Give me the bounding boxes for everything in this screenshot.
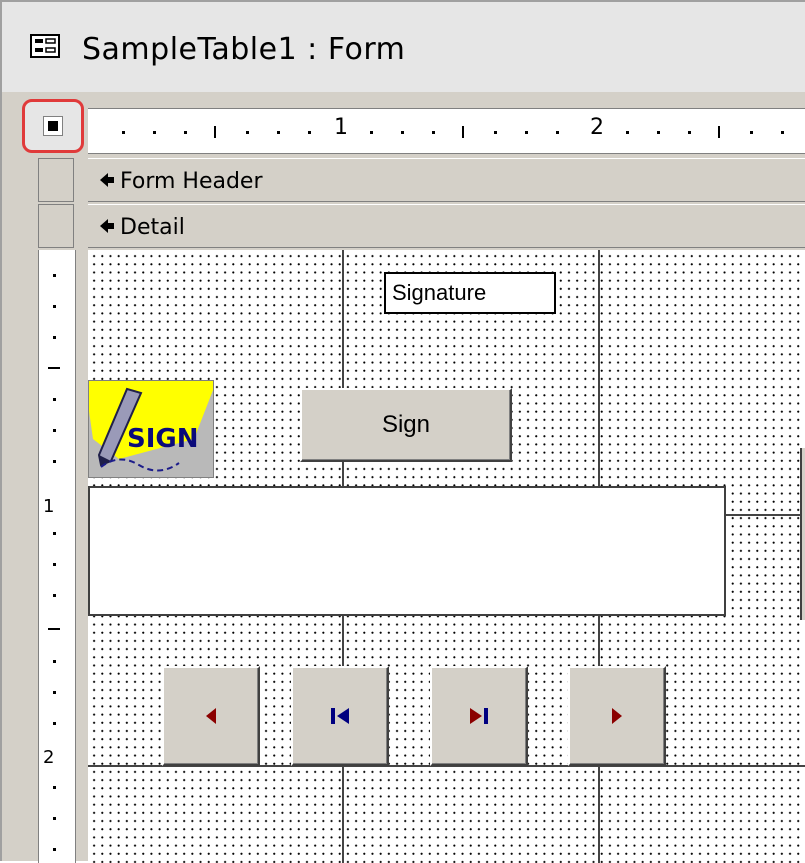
form-design-window: SampleTable1 : Form 1 2 Form Header Deta… bbox=[0, 0, 805, 863]
form-header-label: Form Header bbox=[120, 169, 263, 194]
next-record-button[interactable] bbox=[568, 666, 666, 766]
detail-label: Detail bbox=[120, 215, 185, 240]
window-title: SampleTable1 : Form bbox=[82, 32, 406, 67]
sign-pencil-icon: SIGN bbox=[89, 381, 213, 472]
horizontal-ruler[interactable]: 1 2 bbox=[88, 108, 805, 154]
last-record-icon bbox=[470, 708, 488, 724]
form-header-selector[interactable] bbox=[38, 158, 74, 202]
first-record-button[interactable] bbox=[291, 666, 389, 766]
ruler-label-1: 1 bbox=[334, 115, 348, 140]
detail-section-bar[interactable]: Detail bbox=[88, 204, 805, 248]
vruler-label-2: 2 bbox=[43, 747, 55, 768]
title-bar: SampleTable1 : Form bbox=[2, 2, 805, 92]
ruler-label-2: 2 bbox=[590, 115, 604, 140]
signature-capture-box[interactable] bbox=[88, 486, 726, 616]
first-record-icon bbox=[331, 708, 349, 724]
vertical-ruler[interactable]: 1 2 bbox=[38, 250, 76, 863]
previous-record-button[interactable] bbox=[162, 666, 260, 766]
sign-image-text: SIGN bbox=[127, 424, 199, 454]
form-selector-icon bbox=[43, 116, 63, 136]
form-header-section-bar[interactable]: Form Header bbox=[88, 158, 805, 202]
section-arrow-icon bbox=[100, 219, 114, 233]
signature-field[interactable]: Signature bbox=[384, 272, 556, 314]
vruler-label-1: 1 bbox=[43, 496, 55, 517]
offscreen-control-edge[interactable] bbox=[800, 448, 805, 620]
arrow-right-icon bbox=[612, 708, 622, 724]
form-selector-button[interactable] bbox=[22, 99, 84, 153]
sign-button[interactable]: Sign bbox=[300, 388, 512, 462]
arrow-left-icon bbox=[206, 708, 216, 724]
last-record-button[interactable] bbox=[430, 666, 528, 766]
detail-selector[interactable] bbox=[38, 204, 74, 248]
sign-image[interactable]: SIGN bbox=[88, 380, 214, 478]
section-arrow-icon bbox=[100, 173, 114, 187]
form-icon bbox=[30, 34, 60, 58]
